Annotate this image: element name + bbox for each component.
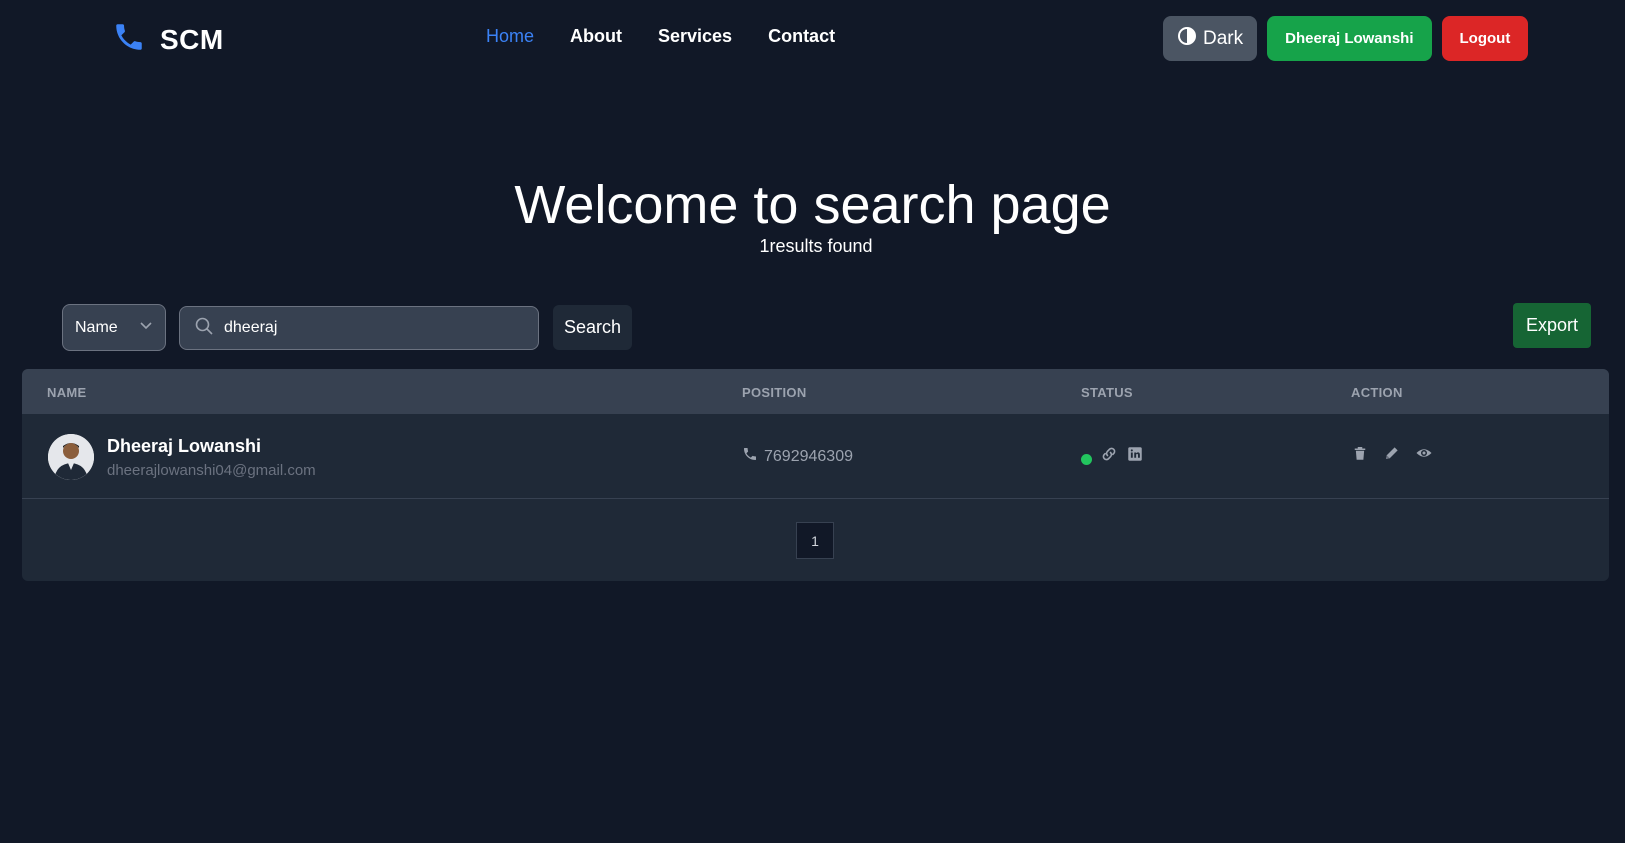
chevron-down-icon (139, 318, 153, 337)
column-header-status: STATUS (1081, 385, 1133, 400)
nav-links: Home About Services Contact (486, 26, 835, 47)
search-box (179, 306, 539, 350)
nav-actions: Dark Dheeraj Lowanshi Logout (1163, 16, 1529, 61)
theme-toggle-label: Dark (1203, 27, 1244, 49)
delete-icon[interactable] (1351, 444, 1369, 467)
phone-icon (742, 446, 758, 467)
contact-status (1081, 445, 1144, 468)
contrast-icon (1177, 26, 1197, 52)
search-field-selected: Name (75, 318, 118, 336)
pagination-page-1[interactable]: 1 (796, 522, 834, 559)
row-actions (1351, 444, 1433, 467)
search-input[interactable] (224, 319, 514, 337)
user-profile-button[interactable]: Dheeraj Lowanshi (1267, 16, 1432, 61)
column-header-name: NAME (47, 385, 87, 400)
navbar: SCM Home About Services Contact Dark Dhe… (0, 0, 1625, 78)
table-row: Dheeraj Lowanshi dheerajlowanshi04@gmail… (22, 414, 1609, 499)
search-button[interactable]: Search (553, 305, 632, 350)
brand-name: SCM (160, 23, 224, 55)
nav-link-services[interactable]: Services (658, 26, 732, 47)
search-icon (194, 316, 214, 341)
column-header-action: ACTION (1351, 385, 1403, 400)
favorite-status-dot (1081, 454, 1092, 465)
nav-link-home[interactable]: Home (486, 26, 534, 47)
page-title: Welcome to search page (514, 175, 1111, 235)
contact-email: dheerajlowanshi04@gmail.com (107, 462, 316, 479)
linkedin-icon[interactable] (1126, 445, 1144, 468)
nav-link-contact[interactable]: Contact (768, 26, 835, 47)
column-header-position: POSITION (742, 385, 807, 400)
search-field-select[interactable]: Name (62, 304, 166, 351)
contact-name: Dheeraj Lowanshi (107, 436, 262, 456)
export-button[interactable]: Export (1513, 303, 1591, 348)
results-count: 1results found (759, 236, 873, 256)
contact-phone-number: 7692946309 (764, 447, 853, 465)
nav-link-about[interactable]: About (570, 26, 622, 47)
phone-icon (112, 20, 146, 59)
view-icon[interactable] (1415, 444, 1433, 467)
edit-icon[interactable] (1383, 444, 1401, 467)
theme-toggle-button[interactable]: Dark (1163, 16, 1258, 61)
table-header: NAME POSITION STATUS ACTION (22, 369, 1609, 414)
avatar (48, 434, 94, 480)
logout-button[interactable]: Logout (1441, 16, 1529, 61)
contacts-table: NAME POSITION STATUS ACTION Dheeraj Lowa… (22, 369, 1609, 581)
contact-phone: 7692946309 (742, 446, 853, 467)
brand[interactable]: SCM (112, 20, 224, 59)
link-icon[interactable] (1100, 445, 1118, 468)
